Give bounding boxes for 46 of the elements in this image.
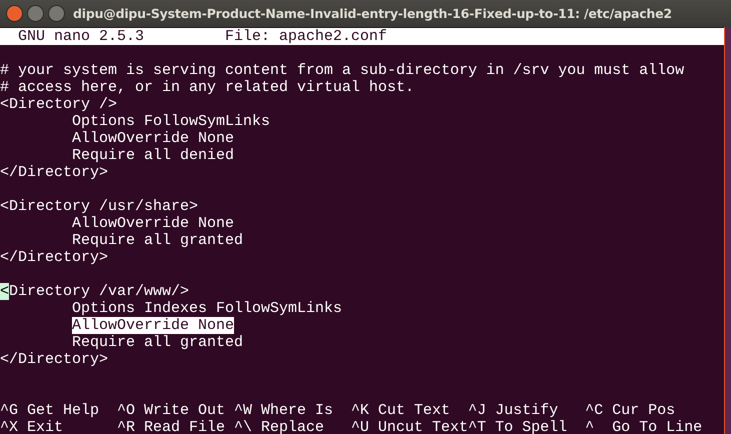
shortcut-label: Get Help	[27, 402, 100, 419]
code-line: </Directory>	[0, 164, 108, 181]
shortcut-label: Write Out	[144, 402, 226, 419]
shortcut-label: Replace	[261, 419, 324, 434]
shortcut-key: ^O	[117, 402, 144, 419]
code-line: # your system is serving content from a sub-directory in /srv you must allow	[0, 62, 684, 79]
code-line: <Directory />	[0, 96, 118, 113]
shortcut-label: Cut Text	[378, 402, 450, 419]
shortcut-key: ^\	[234, 419, 262, 434]
code-line: Options Indexes FollowSymLinks	[72, 300, 342, 317]
shortcut-label: Uncut Text	[378, 419, 468, 434]
shortcut-key: ^U	[351, 419, 378, 434]
version-label: GNU nano 2.5.3	[17, 28, 146, 45]
code-line: </Directory>	[0, 249, 108, 266]
shortcut-key: ^J	[468, 402, 496, 419]
code-line: </Directory>	[0, 351, 108, 368]
shortcut-key: ^R	[117, 419, 144, 434]
code-line: <Directory /usr/share>	[0, 198, 198, 215]
code-line: AllowOverride None	[72, 130, 234, 147]
shortcut-key: ^	[585, 419, 612, 434]
close-icon[interactable]	[6, 5, 23, 22]
shortcut-key: ^C	[585, 402, 612, 419]
code-line: Require all granted	[72, 232, 244, 249]
marked-text: AllowOverride None	[72, 317, 234, 334]
shortcut-label: Cur Pos	[612, 402, 676, 419]
window-title: dipu@dipu-System-Product-Name-Invalid-entry-length-16-Fixed-up-to-11: /etc/apache2	[73, 6, 672, 21]
code-line: Options FollowSymLinks	[72, 113, 270, 130]
shortcut-key: ^G	[0, 402, 27, 419]
shortcut-label: Justify	[495, 402, 558, 419]
file-name: File: apache2.conf	[225, 28, 388, 45]
shortcut-key: ^W	[234, 402, 262, 419]
shortcut-label: To Spell	[495, 419, 568, 434]
minimize-icon[interactable]	[27, 5, 44, 22]
shortcut-key: ^T	[468, 419, 496, 434]
shortcut-key: ^K	[351, 402, 378, 419]
code-line: AllowOverride None	[72, 215, 234, 232]
maximize-icon[interactable]	[48, 5, 65, 22]
code-line: Require all denied	[72, 147, 234, 164]
shortcut-label: Exit	[27, 419, 64, 434]
shortcut-label: Go To Line	[612, 419, 702, 434]
shortcut-key: ^X	[0, 419, 27, 434]
scrollbar[interactable]	[724, 27, 731, 434]
shortcut-label: Read File	[144, 419, 226, 434]
shortcut-label: Where Is	[261, 402, 334, 419]
code-line: Require all granted	[72, 334, 244, 351]
code-line: # access here, or in any related virtual host.	[0, 79, 414, 96]
